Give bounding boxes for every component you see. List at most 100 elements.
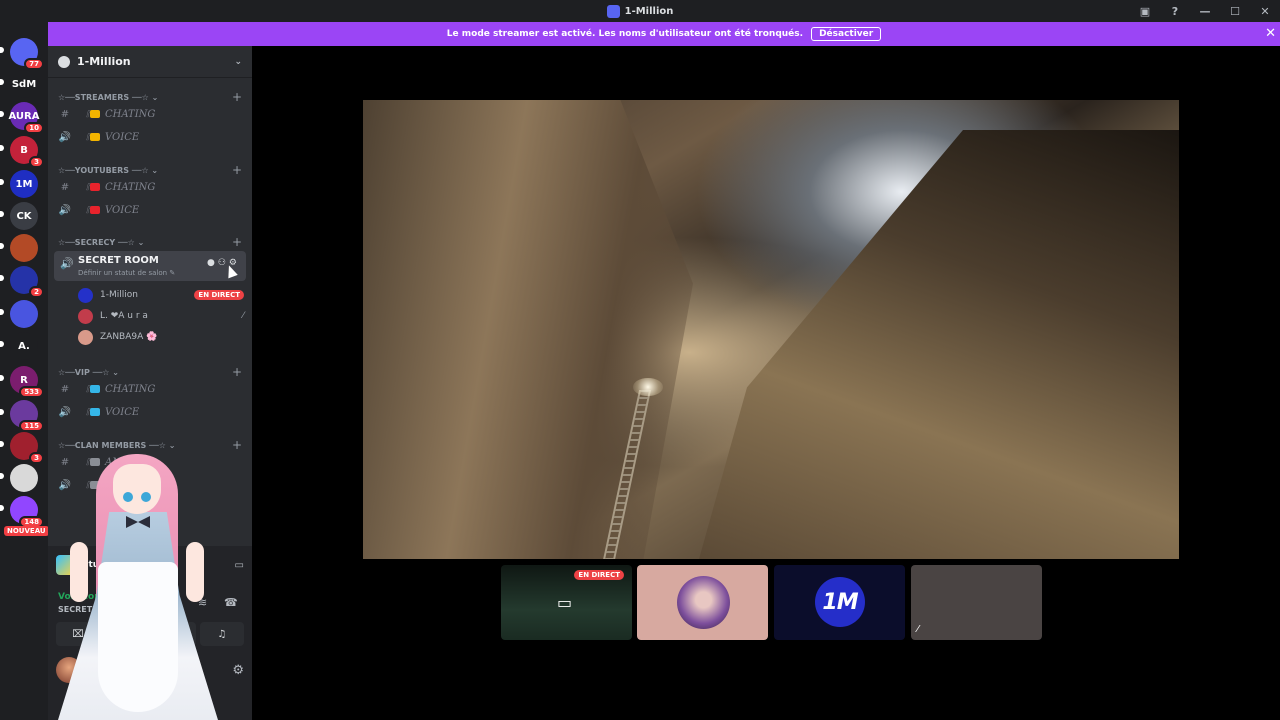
server-icon-6[interactable]: [10, 234, 38, 262]
server-header[interactable]: 1-Million ⌄: [48, 46, 252, 78]
channel-item[interactable]: # 『 CHATING: [56, 177, 244, 197]
channel-name: SECRET ROOM: [78, 255, 159, 266]
close-icon[interactable]: ✕: [1265, 26, 1276, 41]
participant-tile-muted[interactable]: ⁄: [911, 565, 1042, 640]
vtuber-arm-right: [186, 542, 204, 602]
category-header[interactable]: ☆──VIP ──☆ ⌄ +: [58, 365, 242, 379]
main-stream-video[interactable]: [363, 100, 1179, 559]
streamer-mode-notice: Le mode streamer est activé. Les noms d'…: [48, 22, 1280, 46]
channel-item[interactable]: 🔊 『 VOICE: [56, 127, 244, 147]
help-icon[interactable]: ?: [1160, 5, 1190, 18]
channel-emoji-icon: [90, 133, 100, 141]
server-icon-8[interactable]: [10, 300, 38, 328]
bracket-glyph: 『: [80, 408, 90, 420]
bracket-glyph: 『: [80, 206, 90, 218]
vtuber-eye: [141, 492, 151, 502]
server-icon: [606, 4, 620, 18]
unread-pill: [0, 473, 4, 479]
minimize-button[interactable]: —: [1190, 5, 1220, 18]
channel-item[interactable]: # 『 CHATING: [56, 379, 244, 399]
mention-badge: 10: [24, 122, 44, 134]
maximize-button[interactable]: ☐: [1220, 5, 1250, 18]
participant-tile-avatar[interactable]: [637, 565, 768, 640]
video-rock-left: [363, 100, 693, 559]
server-logo: 1M: [815, 577, 865, 627]
channel-name: VOICE: [105, 131, 140, 143]
voice-channel-secret-room[interactable]: 🔊 SECRET ROOM Définir un statut de salon…: [54, 251, 246, 281]
bracket-glyph: 『: [80, 183, 90, 195]
live-badge: EN DIRECT: [574, 570, 624, 580]
server-icon-label: CK: [16, 210, 32, 222]
server-icon-7[interactable]: 2: [10, 266, 44, 298]
mention-badge: 3: [29, 156, 44, 168]
mention-badge: 533: [19, 386, 44, 398]
channel-item[interactable]: 🔊 『 VOICE: [56, 402, 244, 422]
channel-item[interactable]: # 『 CHATING: [56, 104, 244, 124]
vtuber-face: [113, 464, 161, 514]
unread-pill: [0, 179, 4, 185]
category-label: ☆──VIP ──☆ ⌄: [58, 367, 119, 377]
server-icon-5[interactable]: CK: [10, 202, 38, 230]
add-channel-icon[interactable]: +: [232, 235, 242, 249]
channel-item[interactable]: 🔊 『 VOICE: [56, 200, 244, 220]
server-icon-11[interactable]: 115: [10, 400, 44, 432]
category-label: ☆──YOUTUBERS ──☆ ⌄: [58, 165, 159, 175]
unread-pill: [0, 409, 4, 415]
voice-member[interactable]: L. ❤A u r a ⁄: [78, 306, 244, 326]
server-icon-10[interactable]: R 533: [10, 366, 44, 398]
add-channel-icon[interactable]: +: [232, 438, 242, 452]
server-icon-9[interactable]: A.: [10, 332, 38, 360]
server-icon-4[interactable]: 1M: [10, 170, 38, 198]
category-header[interactable]: ☆──YOUTUBERS ──☆ ⌄ +: [58, 163, 242, 177]
unread-pill: [0, 111, 4, 117]
speaker-icon: 🔊: [60, 257, 74, 270]
bracket-glyph: 『: [80, 385, 90, 397]
server-icon-0[interactable]: 77: [10, 38, 44, 70]
category-header[interactable]: ☆──STREAMERS ──☆ ⌄ +: [58, 90, 242, 104]
participant-tile-logo[interactable]: 1M: [774, 565, 905, 640]
server-icon-1[interactable]: SdM: [10, 70, 38, 98]
channel-status-hint[interactable]: Définir un statut de salon ✎: [78, 269, 175, 277]
server-icon-label: SdM: [11, 78, 37, 90]
server-icon-2[interactable]: AURA 10: [9, 102, 44, 134]
avatar: [677, 576, 730, 629]
mention-badge: 77: [24, 58, 44, 70]
add-channel-icon[interactable]: +: [232, 90, 242, 104]
unread-pill: [0, 375, 4, 381]
add-channel-icon[interactable]: +: [232, 365, 242, 379]
vtuber-eye: [123, 492, 133, 502]
channel-name: CHATING: [105, 383, 156, 395]
voice-member[interactable]: ZANBA9A 🌸: [78, 327, 244, 347]
chevron-down-icon[interactable]: ⌄: [234, 57, 242, 67]
bracket-glyph: 『: [80, 110, 90, 122]
channel-name: CHATING: [105, 108, 156, 120]
server-icon-label: 1M: [15, 178, 33, 190]
server-icon-3[interactable]: B3: [10, 136, 44, 168]
chat-icon[interactable]: ●: [207, 258, 218, 268]
inbox-icon[interactable]: ▣: [1130, 5, 1160, 18]
disable-streamer-mode-button[interactable]: Désactiver: [811, 27, 882, 41]
deafened-icon: ⁄: [917, 624, 919, 635]
unread-pill: [0, 211, 4, 217]
hashtag-icon: #: [60, 108, 70, 120]
window-controls: ▣ ? — ☐ ✕: [1130, 0, 1280, 22]
unread-pill: [0, 145, 4, 151]
unread-pill: [0, 505, 4, 511]
video-rock-right: [699, 130, 1179, 559]
deafened-icon: ⁄: [242, 311, 244, 321]
voice-member[interactable]: 1-Million EN DIRECT: [78, 285, 244, 305]
server-icon-label: R: [20, 374, 28, 386]
participant-tile-stream[interactable]: EN DIRECT ▭: [501, 565, 632, 640]
hashtag-icon: #: [60, 383, 70, 395]
add-channel-icon[interactable]: +: [232, 163, 242, 177]
channel-name: CHATING: [105, 181, 156, 193]
category-header[interactable]: ☆──SECRECY ──☆ ⌄ +: [58, 235, 242, 249]
category-header[interactable]: ☆──CLAN MEMBERS ──☆ ⌄ +: [58, 438, 242, 452]
avatar: [78, 308, 93, 324]
avatar: [78, 287, 93, 303]
speaker-icon: 🔊: [58, 131, 72, 143]
close-window-button[interactable]: ✕: [1250, 5, 1280, 18]
video-lamp: [633, 378, 663, 396]
monitor-icon: ▭: [557, 593, 573, 612]
unread-pill: [0, 441, 4, 447]
